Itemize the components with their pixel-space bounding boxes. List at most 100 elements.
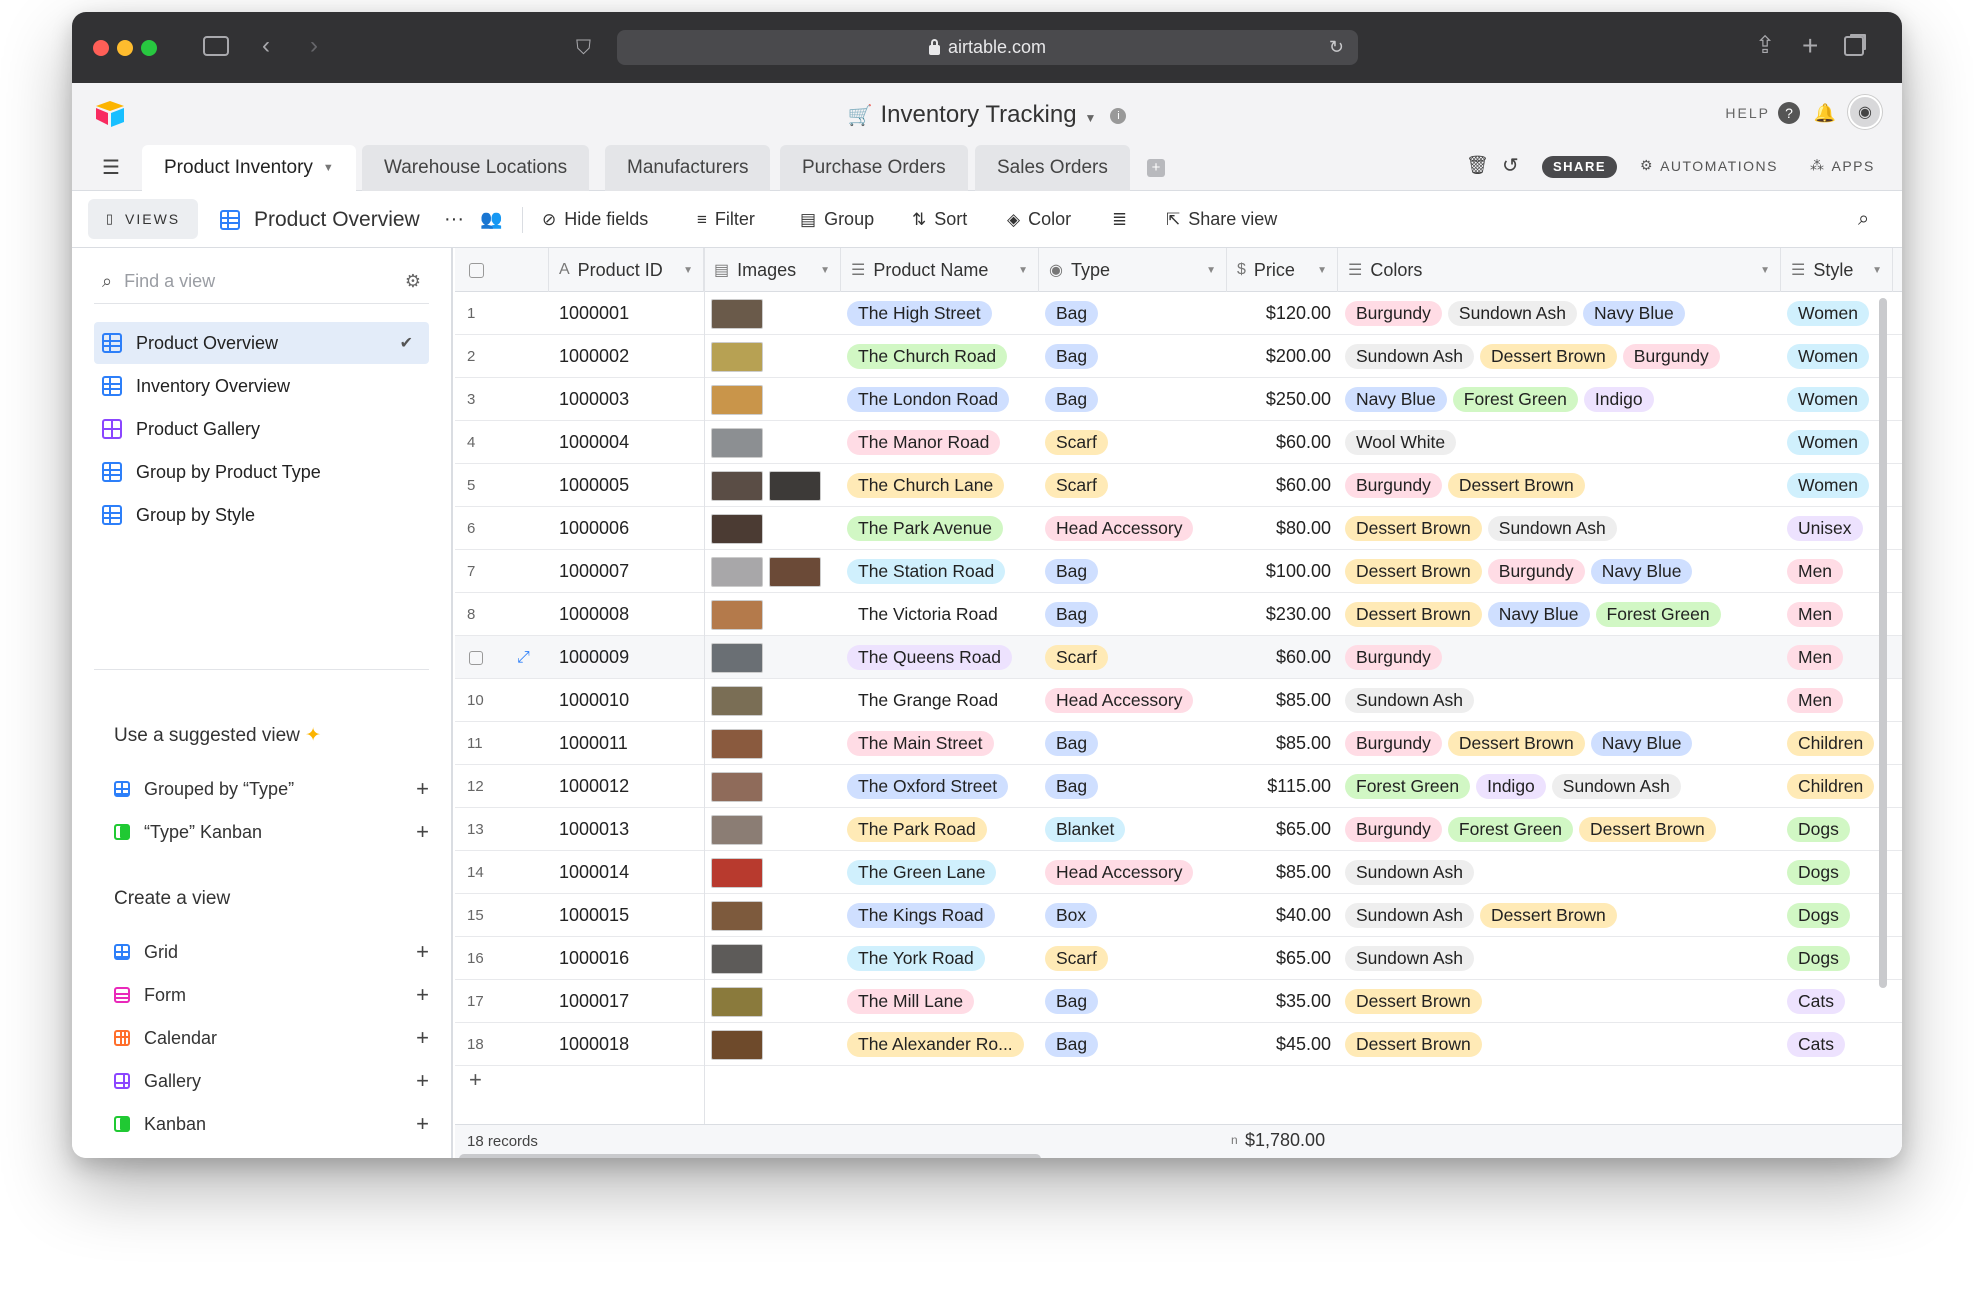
tab-warehouse-locations[interactable]: Warehouse Locations [362,145,590,191]
image-thumbnail[interactable] [711,599,763,630]
table-row[interactable]: ⤢ 1000009 The Queens Road Scarf $60.00 Burgun… [455,636,1902,679]
product-name-cell[interactable]: The Church Road [847,335,1037,378]
product-id-cell[interactable]: 1000001 [559,292,699,335]
product-name-cell[interactable]: The High Street [847,292,1037,335]
type-cell[interactable]: Head Accessory [1045,851,1225,894]
reload-icon[interactable]: ↻ [1329,37,1344,58]
product-id-cell[interactable]: 1000003 [559,378,699,421]
image-thumbnail[interactable] [711,728,763,759]
shield-icon[interactable]: ⛉ [576,36,591,60]
notifications-bell-icon[interactable]: 🔔 [1814,102,1836,124]
product-id-cell[interactable]: 1000018 [559,1023,699,1066]
create-view-item[interactable]: Kanban + [114,1104,429,1144]
chevron-down-icon[interactable]: ▼ [683,265,693,276]
product-name-cell[interactable]: The Main Street [847,722,1037,765]
images-cell[interactable] [711,464,839,507]
image-thumbnail[interactable] [711,857,763,888]
style-cell[interactable]: Men [1787,593,1887,636]
product-name-cell[interactable]: The Mill Lane [847,980,1037,1023]
table-row[interactable]: 11 1000011 The Main Street Bag $85.00 Burgund… [455,722,1902,765]
chevron-down-icon[interactable]: ▼ [820,265,830,276]
column-header-product-name[interactable]: ☰ Product Name ▼ [841,248,1039,292]
images-cell[interactable] [711,851,839,894]
style-cell[interactable]: Cats [1787,1023,1887,1066]
product-id-cell[interactable]: 1000004 [559,421,699,464]
image-thumbnail[interactable] [711,470,763,501]
type-cell[interactable]: Head Accessory [1045,679,1225,722]
automations-button[interactable]: ⚙ AUTOMATIONS [1640,157,1778,174]
colors-cell[interactable]: Burgundy [1345,636,1775,679]
table-row[interactable]: 5 1000005 The Church Lane Scarf $60.00 Burgun… [455,464,1902,507]
colors-cell[interactable]: Navy Blue Forest Green Indigo [1345,378,1775,421]
type-cell[interactable]: Bag [1045,335,1225,378]
product-name-cell[interactable]: The Park Avenue [847,507,1037,550]
colors-cell[interactable]: Forest Green Indigo Sundown Ash [1345,765,1775,808]
row-checkbox[interactable] [469,650,483,665]
price-cell[interactable]: $45.00 [1227,1023,1331,1066]
hide-fields-button[interactable]: ⊘ Hide fields [542,191,648,248]
chevron-down-icon[interactable]: ▼ [1206,265,1216,276]
type-cell[interactable]: Bag [1045,550,1225,593]
price-cell[interactable]: $100.00 [1227,550,1331,593]
table-row[interactable]: 2 1000002 The Church Road Bag $200.00 Sundown… [455,335,1902,378]
image-thumbnail[interactable] [711,986,763,1017]
sort-button[interactable]: ⇅ Sort [912,191,967,248]
column-header-colors[interactable]: ☰ Colors ▼ [1338,248,1781,292]
current-view-button[interactable]: Product Overview [220,191,420,248]
type-cell[interactable]: Scarf [1045,636,1225,679]
add-icon[interactable]: + [416,819,429,845]
product-id-cell[interactable]: 1000017 [559,980,699,1023]
trash-icon[interactable]: 🗑 [1466,155,1489,176]
style-cell[interactable]: Men [1787,636,1887,679]
images-cell[interactable] [711,335,839,378]
share-view-button[interactable]: ⇱ Share view [1166,191,1277,248]
colors-cell[interactable]: Sundown Ash [1345,679,1775,722]
sidebar-view-item[interactable]: Group by Style [94,494,429,536]
price-cell[interactable]: $35.00 [1227,980,1331,1023]
product-name-cell[interactable]: The Oxford Street [847,765,1037,808]
price-cell[interactable]: $85.00 [1227,679,1331,722]
help-label[interactable]: HELP [1725,105,1770,121]
share-page-icon[interactable]: ⇪ [1755,34,1775,58]
price-cell[interactable]: $85.00 [1227,851,1331,894]
style-cell[interactable]: Women [1787,292,1887,335]
product-id-cell[interactable]: 1000013 [559,808,699,851]
product-name-cell[interactable]: The York Road [847,937,1037,980]
type-cell[interactable]: Bag [1045,722,1225,765]
add-table-icon[interactable]: + [1147,159,1165,177]
image-thumbnail[interactable] [711,814,763,845]
product-name-cell[interactable]: The Grange Road [847,679,1037,722]
sidebar-view-item[interactable]: Product Overview ✔ [94,322,429,364]
colors-cell[interactable]: Sundown Ash [1345,937,1775,980]
address-bar[interactable]: airtable.com ↻ [617,30,1358,65]
type-cell[interactable]: Head Accessory [1045,507,1225,550]
colors-cell[interactable]: Dessert Brown Sundown Ash [1345,507,1775,550]
images-cell[interactable] [711,636,839,679]
price-cell[interactable]: $230.00 [1227,593,1331,636]
tab-overview-icon[interactable] [1844,36,1864,56]
images-cell[interactable] [711,679,839,722]
images-cell[interactable] [711,421,839,464]
colors-cell[interactable]: Dessert Brown [1345,980,1775,1023]
sidebar-view-item[interactable]: Product Gallery [94,408,429,450]
type-cell[interactable]: Bag [1045,1023,1225,1066]
image-thumbnail[interactable] [769,470,821,501]
new-tab-icon[interactable]: + [1802,32,1818,60]
image-thumbnail[interactable] [711,298,763,329]
image-thumbnail[interactable] [711,513,763,544]
minimize-window-button[interactable] [117,40,133,56]
type-cell[interactable]: Blanket [1045,808,1225,851]
image-thumbnail[interactable] [711,1029,763,1060]
image-thumbnail[interactable] [711,556,763,587]
expand-record-icon[interactable]: ⤢ [517,649,530,667]
style-cell[interactable]: Cats [1787,980,1887,1023]
images-cell[interactable] [711,507,839,550]
product-name-cell[interactable]: The Alexander Ro... [847,1023,1037,1066]
zoom-window-button[interactable] [141,40,157,56]
style-cell[interactable]: Men [1787,550,1887,593]
image-thumbnail[interactable] [711,943,763,974]
table-row[interactable]: 14 1000014 The Green Lane Head Accessory $85… [455,851,1902,894]
images-cell[interactable] [711,980,839,1023]
images-cell[interactable] [711,808,839,851]
images-cell[interactable] [711,593,839,636]
